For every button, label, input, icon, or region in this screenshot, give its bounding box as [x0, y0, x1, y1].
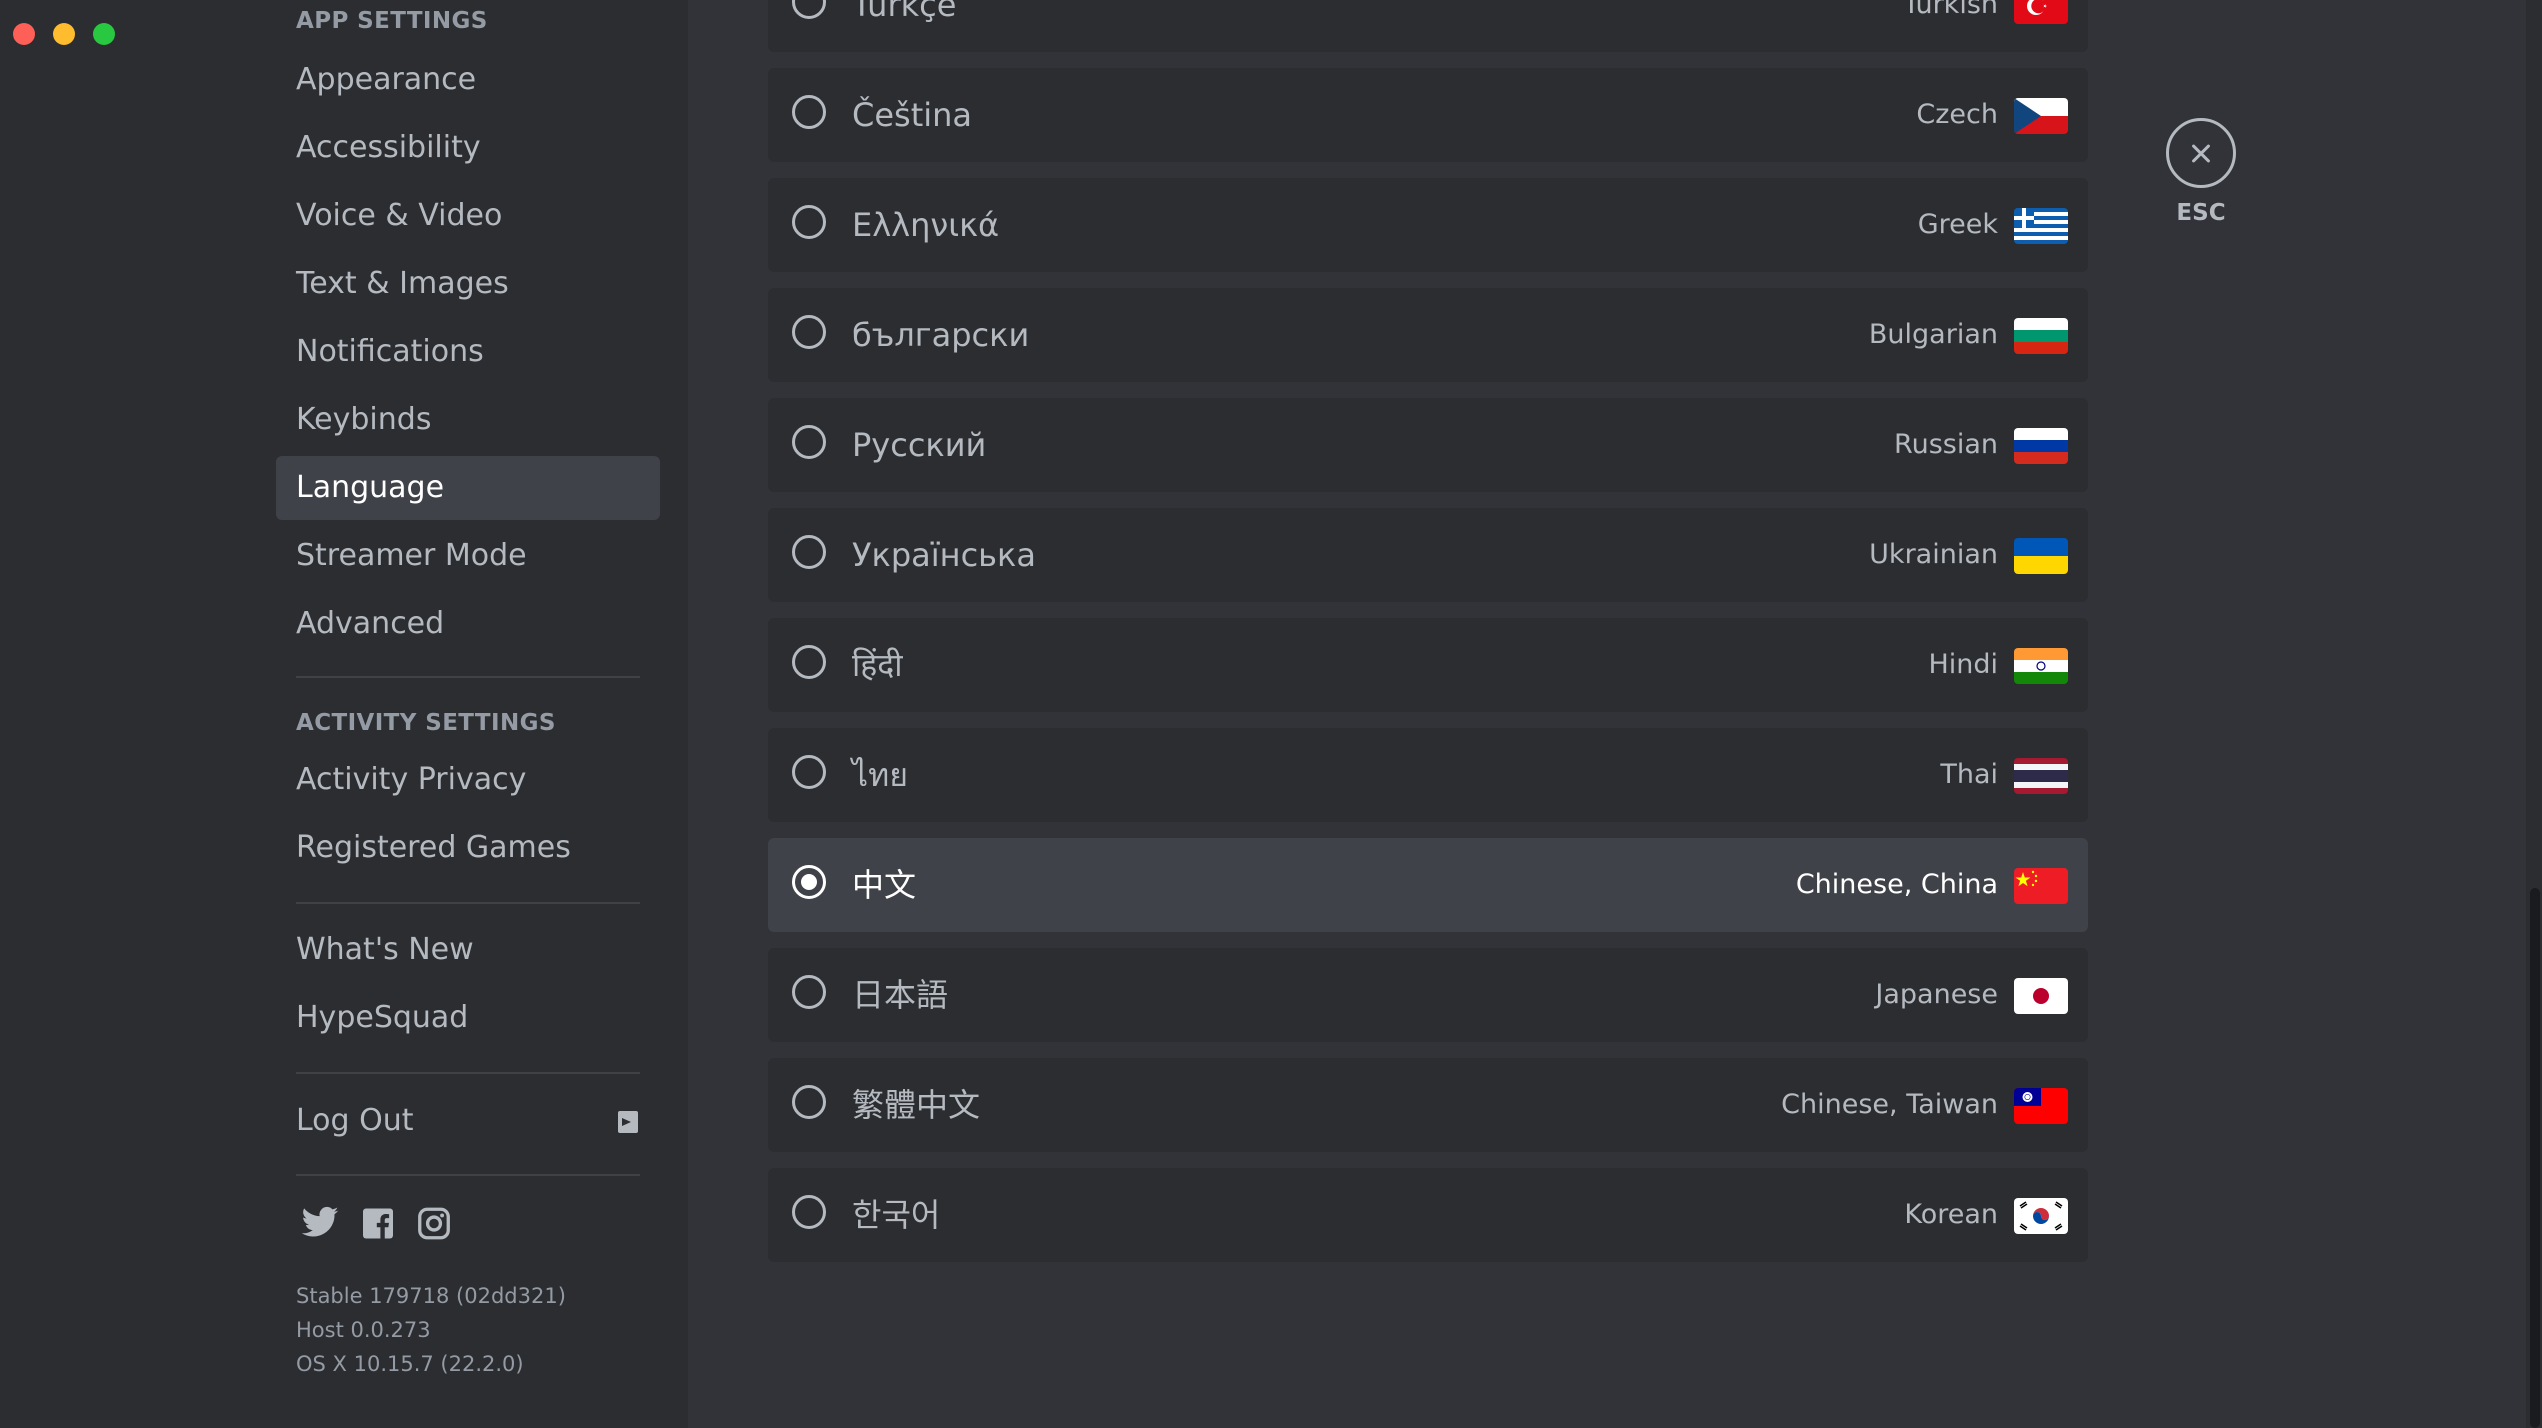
language-option-turkish[interactable]: Türkçe Turkish [768, 0, 2088, 52]
language-native-name: български [852, 316, 1030, 354]
language-english-name: Thai [1940, 759, 1998, 790]
language-native-name: 繁體中文 [852, 1086, 981, 1124]
instagram-icon[interactable] [416, 1200, 452, 1244]
china-flag-icon [2014, 868, 2068, 904]
korea-flag-icon [2014, 1198, 2068, 1234]
language-option-hindi[interactable]: हिंदी Hindi [768, 618, 2088, 712]
radio-button[interactable] [792, 95, 826, 129]
radio-button[interactable] [792, 1195, 826, 1229]
thailand-flag-icon [2014, 758, 2068, 794]
language-native-name: 日本語 [852, 976, 949, 1014]
language-english-name: Czech [1916, 99, 1998, 130]
language-option-chinese-china[interactable]: 中文 Chinese, China [768, 838, 2088, 932]
radio-button[interactable] [792, 865, 826, 899]
sidebar-item-appearance[interactable]: Appearance [276, 48, 660, 112]
sidebar-item-notifications[interactable]: Notifications [276, 320, 660, 384]
language-english-name: Hindi [1928, 649, 1998, 680]
radio-button[interactable] [792, 535, 826, 569]
logout-label: Log Out [296, 1103, 414, 1138]
sidebar-divider [296, 902, 640, 904]
twitter-icon[interactable] [300, 1200, 340, 1244]
radio-button[interactable] [792, 645, 826, 679]
language-option-bulgarian[interactable]: български Bulgarian [768, 288, 2088, 382]
radio-button[interactable] [792, 315, 826, 349]
sidebar-item-whats-new[interactable]: What's New [276, 918, 660, 982]
sidebar-divider [296, 676, 640, 678]
language-english-name: Ukrainian [1869, 539, 1998, 570]
scrollbar[interactable] [2526, 0, 2542, 1428]
japan-flag-icon [2014, 978, 2068, 1014]
language-option-czech[interactable]: Čeština Czech [768, 68, 2088, 162]
language-option-chinese-taiwan[interactable]: 繁體中文 Chinese, Taiwan [768, 1058, 2088, 1152]
sidebar-item-keybinds[interactable]: Keybinds [276, 388, 660, 452]
language-option-ukrainian[interactable]: Українська Ukrainian [768, 508, 2088, 602]
version-host: Host 0.0.273 [296, 1318, 431, 1342]
radio-button[interactable] [792, 755, 826, 789]
language-option-russian[interactable]: Русский Russian [768, 398, 2088, 492]
taiwan-flag-icon [2014, 1088, 2068, 1124]
version-stable: Stable 179718 (02dd321) [296, 1284, 566, 1308]
sidebar-item-hypesquad[interactable]: HypeSquad [276, 986, 660, 1050]
sidebar-item-registered-games[interactable]: Registered Games [276, 816, 660, 880]
ukraine-flag-icon [2014, 538, 2068, 574]
app-settings-header: APP SETTINGS [296, 8, 488, 34]
sidebar-divider [296, 1072, 640, 1074]
india-flag-icon [2014, 648, 2068, 684]
close-icon[interactable] [2166, 118, 2236, 188]
language-native-name: Українська [852, 536, 1036, 574]
language-native-name: Čeština [852, 96, 973, 134]
logout-icon [618, 1111, 638, 1133]
sidebar-item-language[interactable]: Language [276, 456, 660, 520]
scrollbar-thumb[interactable] [2530, 888, 2540, 1428]
close-settings[interactable]: ESC [2166, 118, 2240, 226]
language-native-name: Русский [852, 426, 987, 464]
window-minimize-button[interactable] [53, 23, 75, 45]
language-english-name: Bulgarian [1868, 319, 1998, 350]
esc-label: ESC [2176, 200, 2226, 226]
sidebar-divider [296, 1174, 640, 1176]
language-option-japanese[interactable]: 日本語 Japanese [768, 948, 2088, 1042]
radio-button[interactable] [792, 0, 826, 19]
sidebar-item-accessibility[interactable]: Accessibility [276, 116, 660, 180]
version-os: OS X 10.15.7 (22.2.0) [296, 1352, 524, 1376]
language-english-name: Chinese, Taiwan [1781, 1089, 1998, 1120]
radio-button[interactable] [792, 205, 826, 239]
czech-flag-icon [2014, 98, 2068, 134]
sidebar-item-voice-video[interactable]: Voice & Video [276, 184, 660, 248]
bulgaria-flag-icon [2014, 318, 2068, 354]
language-native-name: 한국어 [852, 1196, 941, 1234]
language-option-thai[interactable]: ไทย Thai [768, 728, 2088, 822]
language-english-name: Turkish [1903, 0, 1998, 20]
language-native-name: ไทย [852, 756, 908, 794]
language-native-name: 中文 [852, 866, 917, 904]
russia-flag-icon [2014, 428, 2068, 464]
language-native-name: Ελληνικά [852, 206, 1000, 244]
radio-button[interactable] [792, 975, 826, 1009]
greece-flag-icon [2014, 208, 2068, 244]
turkey-flag-icon [2014, 0, 2068, 24]
window-close-button[interactable] [13, 23, 35, 45]
language-native-name: हिंदी [852, 646, 903, 684]
facebook-icon[interactable] [360, 1200, 396, 1244]
language-english-name: Russian [1894, 429, 1998, 460]
language-option-greek[interactable]: Ελληνικά Greek [768, 178, 2088, 272]
language-option-korean[interactable]: 한국어 Korean [768, 1168, 2088, 1262]
language-english-name: Japanese [1875, 979, 1998, 1010]
sidebar-item-activity-privacy[interactable]: Activity Privacy [276, 748, 660, 812]
activity-settings-header: ACTIVITY SETTINGS [296, 710, 556, 736]
radio-button[interactable] [792, 1085, 826, 1119]
window-zoom-button[interactable] [93, 23, 115, 45]
language-english-name: Korean [1904, 1199, 1998, 1230]
sidebar-item-streamer-mode[interactable]: Streamer Mode [276, 524, 660, 588]
radio-button[interactable] [792, 425, 826, 459]
logout-button[interactable]: Log Out [276, 1089, 660, 1153]
language-native-name: Türkçe [852, 0, 957, 24]
sidebar-item-advanced[interactable]: Advanced [276, 592, 660, 656]
language-english-name: Chinese, China [1795, 869, 1998, 900]
language-english-name: Greek [1917, 209, 1998, 240]
sidebar-item-text-images[interactable]: Text & Images [276, 252, 660, 316]
settings-sidebar: APP SETTINGS Appearance Accessibility Vo… [0, 0, 688, 1428]
